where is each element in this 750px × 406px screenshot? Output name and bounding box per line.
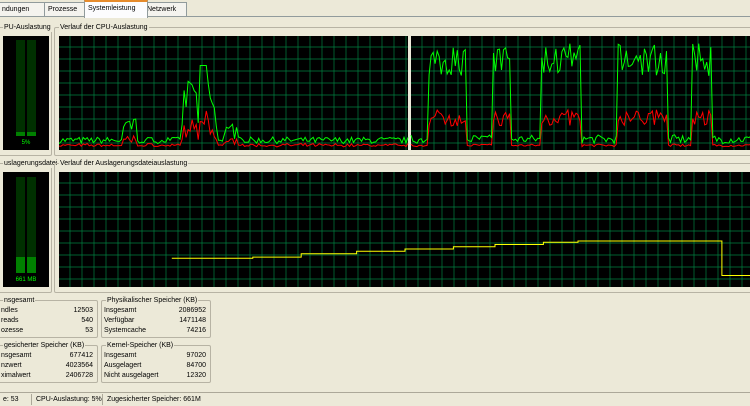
kernel-memory-title: Kernel-Speicher (KB) — [106, 341, 175, 350]
physical-memory-row: Insgesamt 2086952 — [102, 306, 210, 316]
totals-row: reads 540 — [0, 316, 97, 326]
status-bar: e: 53 CPU-Auslastung: 5% Zugesicherter S… — [0, 392, 750, 406]
totals-row-value: 12503 — [73, 307, 93, 314]
kernel-memory-row: Ausgelagert 84700 — [102, 361, 210, 371]
commit-charge-value: 4023564 — [65, 362, 93, 369]
pagefile-history-screen — [59, 172, 750, 287]
tab-bar: ndungen Prozesse Systemleistung Netzwerk — [0, 0, 750, 18]
meter-background — [3, 172, 49, 287]
kernel-memory-row: Insgesamt 97020 — [102, 351, 210, 361]
pagefile-meter-bars — [3, 172, 49, 287]
totals-row-label: reads — [1, 317, 19, 324]
cpu-meter-title: PU-Auslastung — [3, 23, 52, 32]
tab-label: Prozesse — [48, 6, 78, 13]
commit-charge-title: gesicherter Speicher (KB) — [3, 341, 86, 350]
pagefile-meter-screen: 661 MB — [3, 172, 49, 287]
kernel-memory-value: 97020 — [186, 352, 206, 359]
cpu-history-title: Verlauf der CPU-Auslastung — [59, 23, 149, 32]
pagefile-meter-title: uslagerungsdatei — [3, 159, 59, 168]
commit-charge-row: nsgesamt 677412 — [0, 351, 97, 361]
cpu-meter-bars — [3, 36, 49, 150]
tab-label: ndungen — [2, 6, 30, 13]
tab-performance[interactable]: Systemleistung — [84, 0, 148, 18]
kernel-memory-label: Nicht ausgelagert — [104, 372, 159, 379]
physical-memory-row: Systemcache 74216 — [102, 326, 210, 336]
commit-charge-group: gesicherter Speicher (KB) nsgesamt 677412… — [0, 341, 98, 383]
pagefile-history-graph — [59, 172, 750, 287]
totals-row: ndles 12503 — [0, 306, 97, 316]
cpu-meter-group: PU-Auslastung 5% — [0, 23, 52, 156]
tab-label: Netzwerk — [147, 6, 177, 13]
tab-connections[interactable]: ndungen — [0, 2, 48, 16]
physical-memory-title: Physikalischer Speicher (KB) — [106, 296, 199, 305]
physical-memory-value: 1471148 — [179, 317, 206, 324]
physical-memory-label: Systemcache — [104, 327, 147, 334]
status-processes: e: 53 — [0, 394, 32, 405]
physical-memory-value: 74216 — [186, 327, 206, 334]
pagefile-meter-value: 661 MB — [15, 277, 37, 283]
cpu-history-graphs — [59, 36, 750, 150]
cpu-history-group: Verlauf der CPU-Auslastung — [54, 23, 750, 156]
cpu-history-screen — [59, 36, 750, 150]
commit-charge-row: ximalwert 2406728 — [0, 371, 97, 381]
commit-charge-row: nzwert 4023564 — [0, 361, 97, 371]
totals-title: nsgesamt — [3, 296, 36, 305]
physical-memory-value: 2086952 — [178, 307, 206, 314]
meter-background — [3, 36, 49, 150]
status-commit: Zugesicherter Speicher: 661M — [107, 396, 201, 403]
commit-charge-label: nzwert — [1, 362, 22, 369]
kernel-memory-value: 84700 — [186, 362, 206, 369]
cpu-meter-screen: 5% — [3, 36, 49, 150]
cpu-meter-value: 5% — [21, 140, 31, 146]
kernel-memory-value: 12320 — [186, 372, 206, 379]
physical-memory-group: Physikalischer Speicher (KB) Insgesamt 20… — [101, 296, 211, 338]
tab-network[interactable]: Netzwerk — [143, 2, 187, 16]
kernel-memory-group: Kernel-Speicher (KB) Insgesamt 97020 Ausg… — [101, 341, 211, 383]
pagefile-meter-group: uslagerungsdatei 661 MB — [0, 159, 59, 293]
kernel-memory-label: Insgesamt — [104, 352, 137, 359]
totals-row-value: 53 — [85, 327, 93, 334]
totals-row-label: ndles — [1, 307, 18, 314]
physical-memory-label: Verfügbar — [104, 317, 135, 324]
kernel-memory-row: Nicht ausgelagert 12320 — [102, 371, 210, 381]
status-cpu: CPU-Auslastung: 5% — [33, 394, 103, 405]
commit-charge-label: nsgesamt — [1, 352, 32, 359]
totals-row-label: ozesse — [1, 327, 24, 334]
kernel-memory-label: Ausgelagert — [104, 362, 142, 369]
commit-charge-label: ximalwert — [1, 372, 31, 379]
totals-row-value: 540 — [81, 317, 93, 324]
physical-memory-row: Verfügbar 1471148 — [102, 316, 210, 326]
totals-row: ozesse 53 — [0, 326, 97, 336]
pagefile-history-group: Verlauf der Auslagerungsdateiauslastung — [54, 159, 750, 293]
commit-charge-value: 2406728 — [65, 372, 93, 379]
commit-charge-value: 677412 — [69, 352, 93, 359]
physical-memory-label: Insgesamt — [104, 307, 137, 314]
totals-group: nsgesamt ndles 12503 reads 540 ozesse 53 — [0, 296, 98, 338]
pagefile-history-title: Verlauf der Auslagerungsdateiauslastung — [59, 159, 189, 168]
tab-label: Systemleistung — [88, 5, 136, 12]
